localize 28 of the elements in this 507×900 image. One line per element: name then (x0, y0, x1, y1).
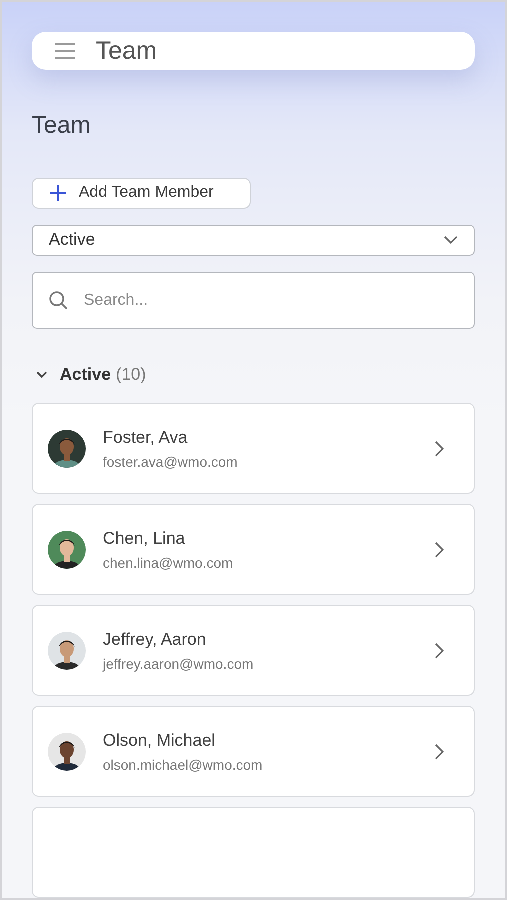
chevron-right-icon (435, 642, 444, 658)
header-title: Team (96, 36, 158, 66)
member-email: jeffrey.aaron@wmo.com (103, 656, 255, 672)
section-count: (10) (116, 365, 146, 385)
plus-icon (49, 184, 67, 202)
chevron-down-icon[interactable] (36, 371, 48, 379)
chevron-down-icon (444, 236, 458, 244)
page-title: Team (32, 112, 92, 140)
member-name: Foster, Ava (103, 428, 189, 448)
member-name: Jeffrey, Aaron (103, 630, 208, 650)
add-member-button[interactable]: Add Team Member (32, 178, 251, 208)
chevron-right-icon (435, 542, 444, 558)
member-card[interactable] (32, 807, 475, 898)
member-card[interactable]: Chen, Lina chen.lina@wmo.com (32, 504, 475, 595)
chevron-right-icon (435, 440, 444, 456)
chevron-right-icon (435, 744, 444, 760)
member-email: olson.michael@wmo.com (103, 756, 264, 772)
member-email: foster.ava@wmo.com (103, 454, 239, 470)
menu-icon[interactable] (54, 42, 76, 60)
member-card[interactable]: Olson, Michael olson.michael@wmo.com (32, 706, 475, 797)
member-email: chen.lina@wmo.com (103, 554, 234, 570)
member-name: Olson, Michael (103, 730, 216, 750)
section-label: Active (60, 365, 112, 385)
member-name: Chen, Lina (103, 528, 186, 548)
member-card[interactable]: Foster, Ava foster.ava@wmo.com (32, 403, 475, 494)
search-field[interactable]: Search... (32, 272, 475, 329)
member-card[interactable]: Jeffrey, Aaron jeffrey.aaron@wmo.com (32, 605, 475, 696)
status-dropdown[interactable]: Active (32, 224, 475, 256)
